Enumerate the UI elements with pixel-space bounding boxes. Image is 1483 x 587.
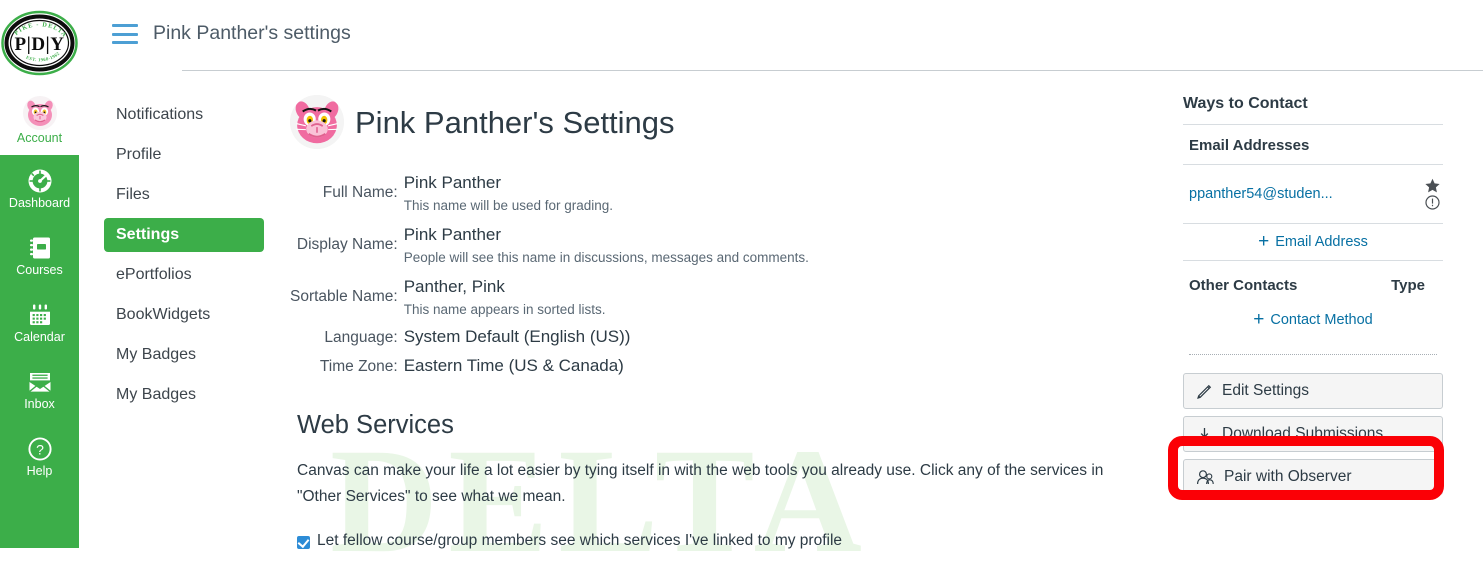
email-row: ppanther54@studen... [1183,165,1443,223]
sidebar-item-inbox[interactable]: Inbox [0,356,79,423]
field-label: Time Zone: [319,357,398,375]
user-avatar-pink-panther [22,95,57,130]
settings-subnav: Notifications Profile Files Settings ePo… [104,98,264,418]
settings-detail-table: Full Name: Pink Panther This name will b… [290,167,809,381]
dotted-divider [1189,354,1437,355]
sidebar-item-label: Help [26,463,53,478]
global-nav-rail: PIKE - DELTA - YORK EST. 1968-1962 P|D|Y [0,0,79,548]
pdy-crest-logo[interactable]: PIKE - DELTA - YORK EST. 1968-1962 P|D|Y [0,0,79,85]
subnav-item-files[interactable]: Files [104,178,264,212]
add-email-address-label: Email Address [1275,234,1368,250]
other-contacts-title: Other Contacts [1189,277,1298,294]
svg-text:P|D|Y: P|D|Y [15,34,65,55]
field-value: System Default (English (US)) [403,327,631,347]
download-arrow-icon [1199,427,1210,441]
help-question-circle-icon: ? [27,437,52,461]
field-value: Eastern Time (US & Canada) [403,356,624,376]
field-value: Pink Panther [403,224,502,244]
field-hint: This name appears in sorted lists. [403,301,606,317]
avatar-image [22,95,57,130]
sidebar-item-calendar[interactable]: Calendar [0,289,79,356]
table-row: Full Name: Pink Panther This name will b… [290,167,809,219]
subnav-item-notifications[interactable]: Notifications [104,98,264,132]
email-addresses-title: Email Addresses [1189,137,1310,154]
add-contact-method-button[interactable]: + Contact Method [1183,302,1443,338]
share-services-row[interactable]: Let fellow course/group members see whic… [297,532,1160,550]
download-submissions-label: Download Submissions [1222,425,1384,442]
ways-to-contact-title: Ways to Contact [1183,95,1308,112]
share-services-checkbox[interactable] [297,536,310,550]
courses-book-icon [29,237,50,259]
pair-with-observer-button[interactable]: Pair with Observer [1183,459,1443,495]
sidebar-item-help[interactable]: ? Help [0,423,79,490]
inbox-envelope-icon [28,372,51,392]
subnav-item-eportfolios[interactable]: ePortfolios [104,258,264,292]
table-row: Sortable Name: Panther, Pink This name a… [290,271,809,323]
share-services-label: Let fellow course/group members see whic… [317,532,843,550]
svg-text:?: ? [36,441,44,457]
page-title-row: Pink Panther's Settings [290,95,1160,149]
table-row: Language: System Default (English (US)) [290,323,809,352]
field-label: Display Name: [296,236,398,253]
edit-settings-button[interactable]: Edit Settings [1183,373,1443,409]
type-column-title: Type [1391,277,1425,294]
hamburger-line [112,32,138,36]
page-title: Pink Panther's Settings [355,104,675,140]
pdy-crest-logo-icon: PIKE - DELTA - YORK EST. 1968-1962 P|D|Y [0,2,78,75]
table-row: Display Name: Pink Panther People will s… [290,219,809,271]
email-address-link[interactable]: ppanther54@studen... [1189,186,1418,202]
field-label: Sortable Name: [290,288,398,305]
unconfirmed-warning-icon[interactable] [1425,195,1440,210]
web-services-heading: Web Services [297,411,454,439]
field-label: Language: [324,328,398,346]
plus-icon: + [1258,231,1270,253]
sidebar-item-label: Inbox [24,396,55,411]
add-contact-method-label: Contact Method [1270,312,1373,328]
sidebar-item-label: Courses [16,262,63,277]
sidebar-item-label: Calendar [14,329,65,344]
field-hint: This name will be used for grading. [403,197,614,213]
sidebar-item-courses[interactable]: Courses [0,222,79,289]
hamburger-line [112,41,138,44]
pencil-edit-icon [1197,384,1212,399]
main-content: Pink Panther's Settings Full Name: Pink … [290,95,1160,550]
rail-green-panel: Dashboard Courses Calendar Inbox ? Help [0,155,79,548]
hamburger-menu-icon[interactable] [112,24,138,44]
add-email-address-button[interactable]: + Email Address [1183,224,1443,260]
plus-icon: + [1253,309,1265,331]
field-label: Full Name: [322,184,398,201]
sidebar-item-label: Dashboard [8,195,71,210]
rail-item-account[interactable]: Account [0,85,79,155]
page-header: Pink Panther's settings [79,0,1483,71]
table-row: Time Zone: Eastern Time (US & Canada) [290,352,809,381]
user-avatar-pink-panther[interactable] [290,95,344,149]
other-contacts-header: Other Contacts Type [1183,261,1443,302]
calendar-icon [29,304,50,325]
rail-item-label: Account [16,130,63,145]
field-hint: People will see this name in discussions… [403,249,809,265]
dashboard-gauge-icon [28,169,51,193]
star-default-icon[interactable] [1424,178,1441,194]
avatar-image [290,95,344,149]
email-flags [1424,178,1441,210]
field-value: Pink Panther [403,172,502,192]
observer-people-icon [1197,469,1214,484]
subnav-item-my-badges[interactable]: My Badges [104,338,264,372]
right-sidebar: Ways to Contact Email Addresses ppanther… [1183,95,1443,502]
subnav-item-profile[interactable]: Profile [104,138,264,172]
subnav-item-bookwidgets[interactable]: BookWidgets [104,298,264,332]
field-value: Panther, Pink [403,276,505,296]
web-services-description: Canvas can make your life a lot easier b… [297,462,1104,506]
header-divider [182,70,1483,71]
subnav-item-my-badges-2[interactable]: My Badges [104,378,264,412]
subnav-item-settings[interactable]: Settings [104,218,264,252]
download-submissions-button[interactable]: Download Submissions [1183,416,1443,452]
pair-with-observer-label: Pair with Observer [1224,468,1352,485]
breadcrumb: Pink Panther's settings [153,22,351,44]
hamburger-line [112,24,138,27]
sidebar-item-dashboard[interactable]: Dashboard [0,155,79,222]
edit-settings-label: Edit Settings [1222,382,1310,399]
